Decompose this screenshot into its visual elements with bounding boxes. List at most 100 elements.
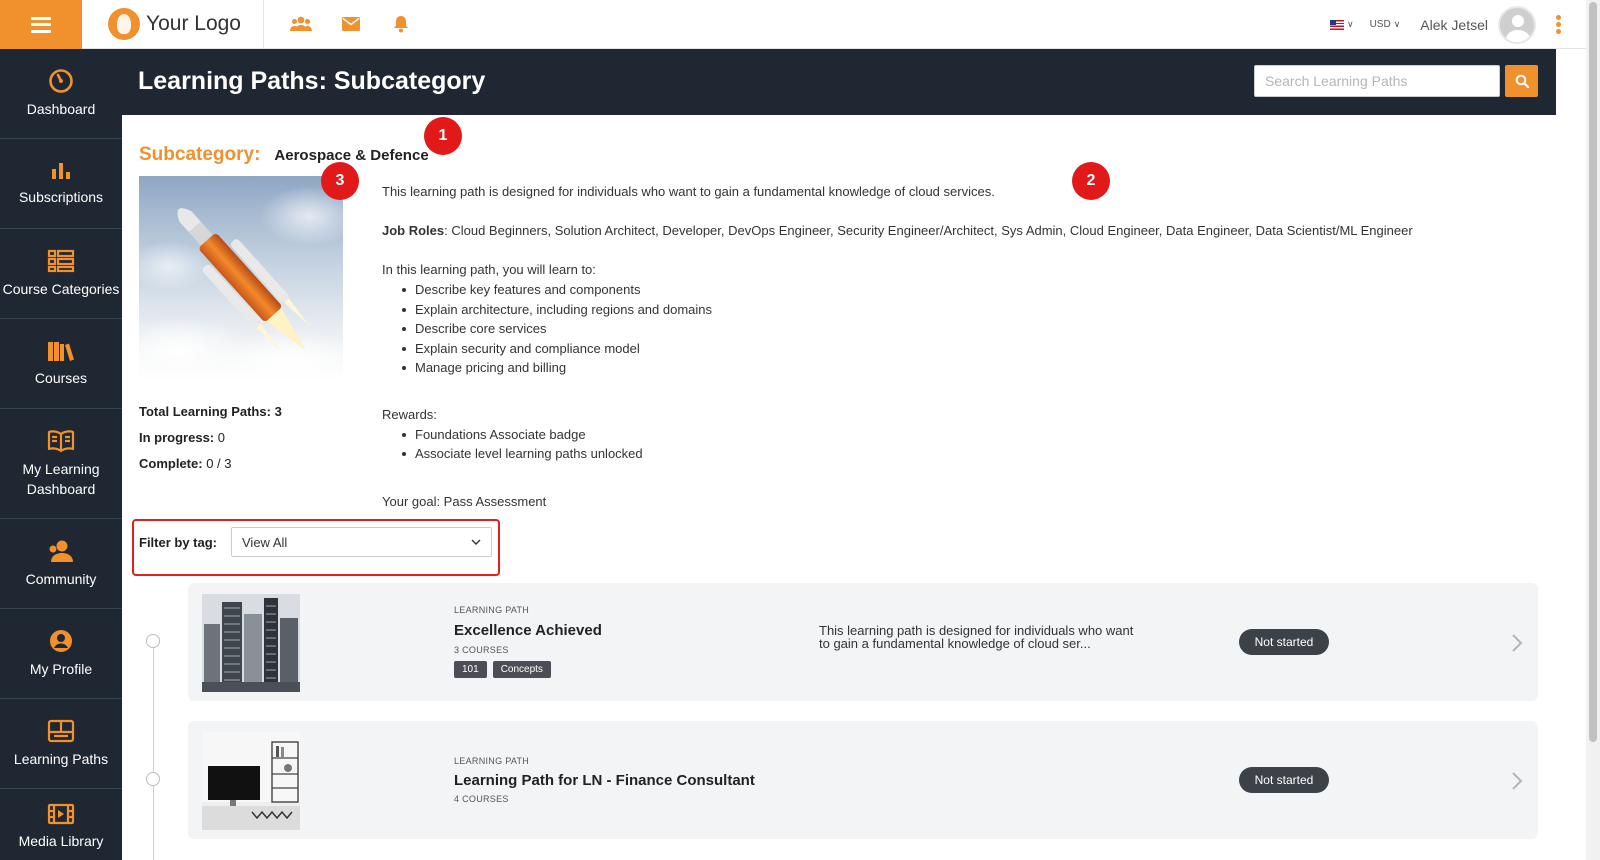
timeline-dot [146, 772, 160, 786]
filter-label: Filter by tag: [139, 535, 218, 550]
books-icon [48, 341, 74, 361]
annotation-marker-3: 3 [321, 162, 359, 200]
tag-badge[interactable]: Concepts [492, 661, 551, 678]
total-learning-paths: Total Learning Paths: 3 [139, 404, 282, 419]
list-item: Associate level learning paths unlocked [402, 444, 1532, 464]
main-content: Subcategory: Aerospace & Defence Total L… [122, 115, 1556, 860]
bell-icon[interactable] [390, 14, 412, 34]
subcategory-description: This learning path is designed for indiv… [382, 182, 1532, 511]
open-book-icon [47, 429, 75, 452]
description-intro: This learning path is designed for indiv… [382, 184, 995, 199]
film-icon [47, 803, 75, 825]
search-input[interactable] [1254, 65, 1500, 97]
currency-label: USD [1369, 19, 1391, 30]
top-bar: Your Logo ∨ USD ∨ Alek Jetsel [0, 0, 1600, 49]
rewards-list: Foundations Associate badge Associate le… [382, 425, 1532, 464]
chevron-right-icon[interactable] [1510, 633, 1524, 653]
in-progress-count: In progress: 0 [139, 430, 225, 445]
learning-path-stats: Total Learning Paths: 3 In progress: 0 C… [139, 399, 282, 477]
learning-path-card[interactable]: LEARNING PATH Learning Path for LN - Fin… [188, 721, 1538, 839]
menu-toggle-button[interactable] [0, 0, 82, 49]
subcategory-name: Aerospace & Defence [274, 147, 429, 164]
sidebar-item-label: Subscriptions [18, 188, 104, 205]
more-options-icon[interactable] [1548, 10, 1568, 40]
logo-text: Your Logo [146, 12, 241, 35]
learning-path-type: LEARNING PATH [454, 756, 530, 766]
list-item: Manage pricing and billing [402, 358, 1532, 378]
page-title: Learning Paths: Subcategory [138, 67, 486, 95]
sidebar-item-label: Learning Paths [13, 750, 109, 767]
annotation-marker-1: 1 [424, 117, 462, 155]
learning-path-course-count: 3 COURSES [454, 645, 509, 655]
language-selector[interactable]: ∨ [1329, 19, 1354, 30]
bar-chart-icon [52, 162, 70, 179]
list-item: Explain security and compliance model [402, 339, 1532, 359]
user-circle-icon [50, 629, 72, 652]
sidebar-item-label: Course Categories [2, 280, 120, 297]
filter-selected-value: View All [242, 534, 288, 550]
sidebar-item-dashboard[interactable]: Dashboard [0, 49, 122, 139]
sidebar-item-label: Courses [34, 369, 88, 386]
tag-filter-select[interactable]: View All [231, 527, 492, 557]
learning-path-title[interactable]: Excellence Achieved [454, 622, 602, 639]
sidebar-item-label: My Profile [29, 660, 93, 677]
sidebar-item-community[interactable]: Community [0, 519, 122, 609]
sidebar-item-subscriptions[interactable]: Subscriptions [0, 139, 122, 229]
top-divider [263, 0, 264, 49]
list-item: Describe core services [402, 319, 1532, 339]
tag-badge[interactable]: 101 [454, 661, 487, 678]
chevron-down-icon [471, 539, 481, 545]
sidebar-item-media-library[interactable]: Media Library [0, 789, 122, 860]
subcategory-heading: Subcategory: Aerospace & Defence [139, 144, 429, 166]
learning-path-course-count: 4 COURSES [454, 794, 509, 804]
learning-path-title[interactable]: Learning Path for LN - Finance Consultan… [454, 772, 755, 789]
categories-icon [47, 249, 75, 272]
subcategory-image [139, 176, 343, 380]
chevron-down-icon: ∨ [1346, 19, 1354, 29]
sidebar-item-courses[interactable]: Courses [0, 319, 122, 409]
currency-selector[interactable]: USD ∨ [1370, 19, 1401, 30]
learn-heading: In this learning path, you will learn to… [382, 262, 596, 278]
logo[interactable]: Your Logo [108, 8, 241, 40]
learn-list: Describe key features and components Exp… [382, 280, 1532, 378]
user-name[interactable]: Alek Jetsel [1420, 17, 1488, 33]
subcategory-label: Subcategory: [139, 144, 261, 165]
learning-path-thumbnail [202, 732, 300, 830]
sidebar-item-label: My Learning Dashboard [22, 460, 100, 497]
status-badge: Not started [1239, 629, 1329, 655]
avatar[interactable] [1498, 5, 1536, 44]
annotation-marker-2: 2 [1072, 162, 1110, 200]
hamburger-icon [31, 16, 51, 33]
chevron-down-icon: ∨ [1393, 19, 1401, 29]
learning-path-type: LEARNING PATH [454, 605, 530, 615]
sidebar-item-course-categories[interactable]: Course Categories [0, 229, 122, 319]
mail-icon[interactable] [340, 14, 362, 34]
chevron-right-icon[interactable] [1510, 771, 1524, 791]
list-item: Foundations Associate badge [402, 425, 1532, 445]
sidebar-item-label: Media Library [18, 833, 104, 849]
dashboard-icon [49, 68, 73, 93]
list-item: Describe key features and components [402, 280, 1532, 300]
learning-path-card[interactable]: LEARNING PATH Excellence Achieved 3 COUR… [188, 583, 1538, 701]
sidebar-item-my-profile[interactable]: My Profile [0, 609, 122, 699]
community-icon [49, 540, 73, 562]
sidebar: Dashboard Subscriptions Course Categorie… [0, 49, 122, 860]
page-header: Learning Paths: Subcategory [122, 49, 1556, 115]
community-icon[interactable] [290, 14, 312, 34]
scrollbar-thumb[interactable] [1589, 2, 1597, 742]
logo-mark-icon [108, 8, 140, 40]
learning-paths-icon [47, 719, 75, 742]
learning-path-description: This learning path is designed for indiv… [819, 623, 1134, 651]
sidebar-item-label: Community [25, 570, 97, 587]
top-right-controls: ∨ USD ∨ Alek Jetsel [1329, 0, 1600, 49]
complete-count: Complete: 0 / 3 [139, 456, 232, 471]
sidebar-item-learning-paths[interactable]: Learning Paths [0, 699, 122, 789]
us-flag-icon [1329, 19, 1344, 30]
sidebar-item-my-learning-dashboard[interactable]: My Learning Dashboard [0, 409, 122, 519]
status-badge: Not started [1239, 767, 1329, 793]
list-item: Explain architecture, including regions … [402, 300, 1532, 320]
rewards-heading: Rewards: [382, 406, 437, 422]
search-button[interactable] [1505, 65, 1538, 97]
page-scrollbar[interactable] [1586, 0, 1600, 860]
learning-path-tags: 101 Concepts [454, 661, 551, 678]
